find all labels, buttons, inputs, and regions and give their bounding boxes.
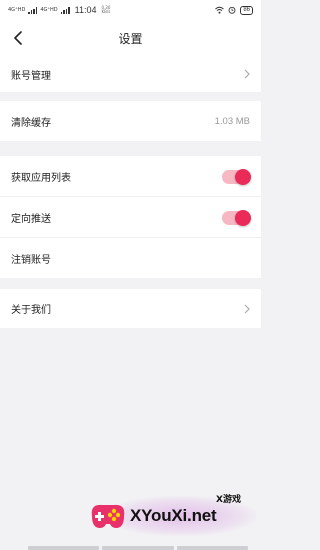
clear-cache-label: 清除缓存 [11,117,51,129]
cancel-account-row[interactable]: 注销账号 [0,238,261,278]
gesture-bar [28,546,248,550]
toggle-knob [235,168,251,185]
get-app-list-toggle[interactable] [222,168,251,185]
battery-icon: 86 [240,5,253,15]
toggle-knob [235,209,251,226]
account-management-label: 账号管理 [11,70,51,82]
get-app-list-row: 获取应用列表 [0,156,261,197]
status-left: 4G⁺HD 4G⁺HD 11:04 0.30 KB/s [8,5,110,15]
account-management-row[interactable]: 账号管理 [0,56,261,92]
net-speed: 0.30 KB/s [101,6,110,14]
signal-label-2: 4G⁺HD [40,6,58,13]
status-right: 86 [215,5,253,15]
signal-icon [60,6,70,14]
about-us-row[interactable]: 关于我们 [0,289,261,328]
section-about: 关于我们 [0,289,261,328]
targeted-push-toggle[interactable] [222,209,251,226]
targeted-push-label: 定向推送 [11,214,51,225]
status-time: 11:04 [74,5,97,15]
nav-bar: 设置 [0,20,261,56]
gamepad-logo-icon [91,504,125,528]
page-title: 设置 [118,31,143,46]
cache-size-value: 1.03 MB [214,115,250,127]
section-privacy: 获取应用列表 定向推送 注销账号 [0,156,261,278]
back-button[interactable] [8,28,28,48]
net-speed-unit: KB/s [101,9,111,14]
signal-label-1: 4G⁺HD [8,6,26,13]
alarm-icon [228,6,236,14]
get-app-list-label: 获取应用列表 [11,173,71,184]
about-us-label: 关于我们 [11,305,51,316]
cancel-account-label: 注销账号 [11,254,51,266]
gesture-segment [176,546,248,550]
gesture-segment [102,546,174,550]
watermark: X游戏 XYouXi.net [86,488,261,550]
gesture-segment [28,546,100,550]
section-cache: 清除缓存 1.03 MB [0,101,261,141]
chevron-right-icon [244,69,250,79]
clear-cache-row[interactable]: 清除缓存 1.03 MB [0,101,261,141]
watermark-small-text: X游戏 [216,495,241,505]
watermark-big-text: XYouXi.net [130,506,217,525]
chevron-right-icon [244,304,250,313]
chevron-left-icon [14,31,22,45]
signal-icon [28,6,38,14]
targeted-push-row: 定向推送 [0,197,261,238]
wifi-icon [215,6,225,14]
status-bar: 4G⁺HD 4G⁺HD 11:04 0.30 KB/s 86 [0,0,261,20]
section-account: 账号管理 [0,56,261,92]
